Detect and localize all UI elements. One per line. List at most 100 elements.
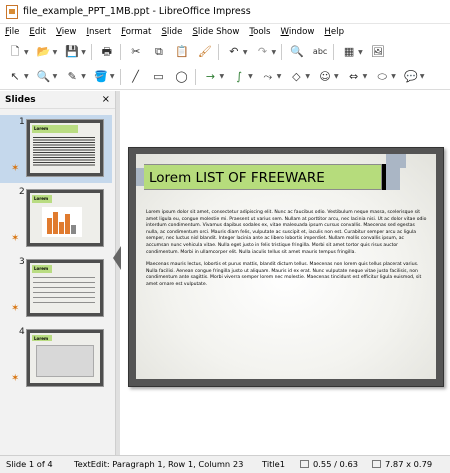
thumbnail-title: Lorem [34, 126, 49, 131]
body-paragraph-1[interactable]: Lorem ipsum dolor sit amet, consectetur … [146, 210, 427, 256]
slides-panel-header: Slides × [0, 91, 115, 109]
thumbnail-title: Lorem [34, 196, 49, 201]
connector-dropdown-icon[interactable]: ▼ [277, 73, 282, 80]
undo-dropdown-icon[interactable]: ▼ [243, 49, 248, 56]
curve-dropdown-icon[interactable]: ▼ [248, 73, 253, 80]
title-bar: file_example_PPT_1MB.ppt - LibreOffice I… [0, 0, 450, 24]
connector-icon[interactable]: ⤳ [260, 69, 276, 85]
rectangle-icon[interactable]: ▭ [151, 69, 167, 85]
find-replace-icon[interactable]: 🔍 [289, 44, 305, 60]
slide-thumbnail-3[interactable]: 3 Lorem ✶ [0, 255, 112, 323]
menu-insert[interactable]: Insert [81, 27, 111, 37]
toolbar-separator [333, 44, 335, 60]
open-icon[interactable]: 📂 [36, 44, 52, 60]
new-dropdown-icon[interactable]: ▼ [24, 49, 29, 56]
paste-icon[interactable]: 📋 [174, 44, 190, 60]
redo-icon[interactable]: ↷ [255, 44, 271, 60]
slide-workspace[interactable]: Lorem LIST OF FREEWARE Lorem ipsum dolor… [121, 91, 450, 455]
body-paragraph-2[interactable]: Maecenas mauris lectus, lobortis et puru… [146, 262, 427, 288]
basic-shapes-dropdown-icon[interactable]: ▼ [305, 73, 310, 80]
menu-window[interactable]: Window [276, 27, 315, 37]
thumbnail-image: Lorem [26, 259, 104, 317]
table-dropdown-icon[interactable]: ▼ [358, 49, 363, 56]
toolbar-separator [217, 44, 219, 60]
title-placeholder[interactable]: Lorem LIST OF FREEWARE [144, 164, 382, 190]
thumbnail-chart [42, 207, 82, 237]
cut-icon[interactable]: ✂ [128, 44, 144, 60]
undo-icon[interactable]: ↶ [226, 44, 242, 60]
slides-panel-title: Slides [5, 94, 36, 105]
status-position: 0.55 / 0.63 [313, 459, 359, 469]
select-dropdown-icon[interactable]: ▼ [24, 73, 29, 80]
slide-thumbnail-1[interactable]: 1 Lorem ✶ [0, 115, 112, 183]
zoom-icon[interactable]: 🔍 [36, 69, 52, 85]
line-arrow-icon[interactable]: → [203, 69, 219, 85]
symbol-shapes-dropdown-icon[interactable]: ▼ [334, 73, 339, 80]
fill-color-icon[interactable]: 🪣 [93, 69, 109, 85]
toolbar-separator [281, 44, 283, 60]
flowchart-dropdown-icon[interactable]: ▼ [391, 73, 396, 80]
redo-dropdown-icon[interactable]: ▼ [272, 49, 277, 56]
table-icon[interactable]: ▦ [341, 44, 357, 60]
thumbnail-title: Lorem [34, 266, 49, 271]
slide-title[interactable]: Lorem LIST OF FREEWARE [149, 169, 325, 187]
menu-edit[interactable]: Edit [24, 27, 46, 37]
slide-background: Lorem LIST OF FREEWARE Lorem ipsum dolor… [136, 154, 436, 379]
slide-decoration [136, 168, 144, 186]
slide-transition-icon: ✶ [11, 373, 20, 384]
curve-icon[interactable]: ∫ [231, 69, 247, 85]
panel-splitter[interactable] [116, 91, 120, 455]
copy-icon[interactable]: ⧉ [151, 44, 167, 60]
menu-tools[interactable]: Tools [244, 27, 270, 37]
status-size: 7.87 x 0.79 [385, 459, 433, 469]
slide-thumbnail-2[interactable]: 2 Lorem ✶ [0, 185, 112, 253]
fill-color-dropdown-icon[interactable]: ▼ [110, 73, 115, 80]
status-layout: Title1 [262, 459, 286, 469]
line-arrow-dropdown-icon[interactable]: ▼ [220, 73, 225, 80]
basic-shapes-icon[interactable]: ◇ [288, 69, 304, 85]
thumbnail-table [33, 277, 95, 307]
slide-thumbnail-4[interactable]: 4 Lorem ✶ [0, 325, 112, 393]
content-placeholder[interactable]: Lorem ipsum dolor sit amet, consectetur … [146, 210, 427, 295]
clone-formatting-icon[interactable]: 🖌 [197, 44, 213, 60]
save-dropdown-icon[interactable]: ▼ [81, 49, 86, 56]
image-icon[interactable]: 🖼 [370, 44, 386, 60]
symbol-shapes-icon[interactable]: ☺ [317, 69, 333, 85]
menu-view[interactable]: View [51, 27, 76, 37]
toolbar-separator [119, 68, 121, 85]
thumbnail-image: Lorem [26, 119, 104, 177]
new-icon[interactable]: 🗋 [7, 44, 23, 60]
window-title: file_example_PPT_1MB.ppt - LibreOffice I… [23, 6, 251, 17]
ellipse-icon[interactable]: ◯ [174, 69, 190, 85]
menu-slide-show[interactable]: Slide Show [187, 27, 239, 37]
print-icon[interactable]: 🖶 [99, 44, 115, 60]
menu-format[interactable]: Format [116, 27, 151, 37]
block-arrows-icon[interactable]: ⇔ [346, 69, 362, 85]
menu-file[interactable]: File [0, 27, 19, 37]
block-arrows-dropdown-icon[interactable]: ▼ [363, 73, 368, 80]
slide-transition-icon: ✶ [11, 303, 20, 314]
menu-help[interactable]: Help [319, 27, 344, 37]
thumbnail-text-lines [33, 137, 95, 167]
slide-number: 4 [19, 327, 25, 337]
thumbnail-title: Lorem [34, 336, 49, 341]
flowchart-icon[interactable]: ⬭ [374, 69, 390, 85]
slide-canvas[interactable]: Lorem LIST OF FREEWARE Lorem ipsum dolor… [128, 147, 444, 387]
menu-slide[interactable]: Slide [156, 27, 182, 37]
line-color-dropdown-icon[interactable]: ▼ [81, 73, 86, 80]
open-dropdown-icon[interactable]: ▼ [53, 49, 58, 56]
callout-icon[interactable]: 💬 [403, 69, 419, 85]
callout-dropdown-icon[interactable]: ▼ [420, 73, 425, 80]
zoom-dropdown-icon[interactable]: ▼ [53, 73, 58, 80]
save-icon[interactable]: 💾 [64, 44, 80, 60]
spelling-icon[interactable]: abc [312, 44, 328, 60]
menu-bar: File Edit View Insert Format Slide Slide… [0, 24, 450, 40]
line-color-icon[interactable]: ✎ [64, 69, 80, 85]
select-icon[interactable]: ↖ [7, 69, 23, 85]
close-panel-icon[interactable]: × [102, 94, 110, 105]
status-bar: Slide 1 of 4 TextEdit: Paragraph 1, Row … [0, 455, 450, 473]
slide-transition-icon: ✶ [11, 233, 20, 244]
position-icon [300, 459, 312, 469]
toolbar-separator [194, 68, 196, 85]
line-icon[interactable]: ╱ [128, 69, 144, 85]
